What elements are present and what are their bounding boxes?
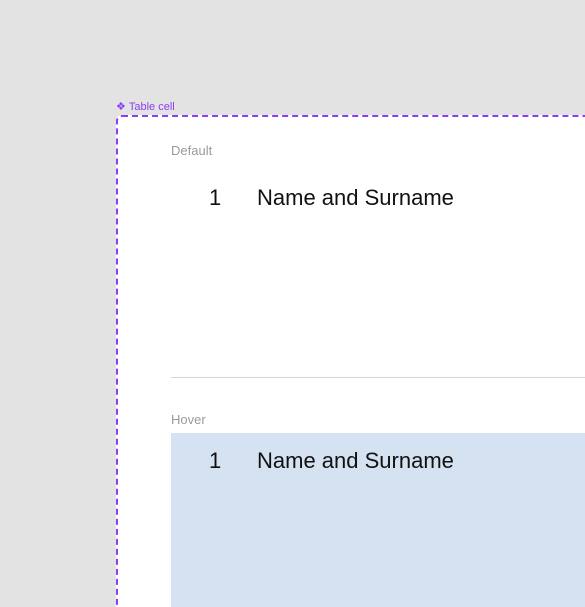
component-diamond-icon: ❖ [116,100,126,113]
table-cell-default[interactable]: 1 Name and Surname [171,172,585,222]
component-label[interactable]: ❖ Table cell [116,100,175,114]
component-name: Table cell [128,101,175,113]
design-canvas: ❖ Table cell Default 1 Name and Surname … [0,0,585,607]
row-name: Name and Surname [257,448,454,473]
variant-label-hover: Hover [171,412,206,427]
variant-divider [171,377,585,378]
variant-label-default: Default [171,143,213,158]
row-index: 1 [209,185,222,210]
row-index: 1 [209,448,222,473]
table-cell-hover[interactable]: 1 Name and Surname [171,433,585,607]
row-name: Name and Surname [257,185,454,210]
